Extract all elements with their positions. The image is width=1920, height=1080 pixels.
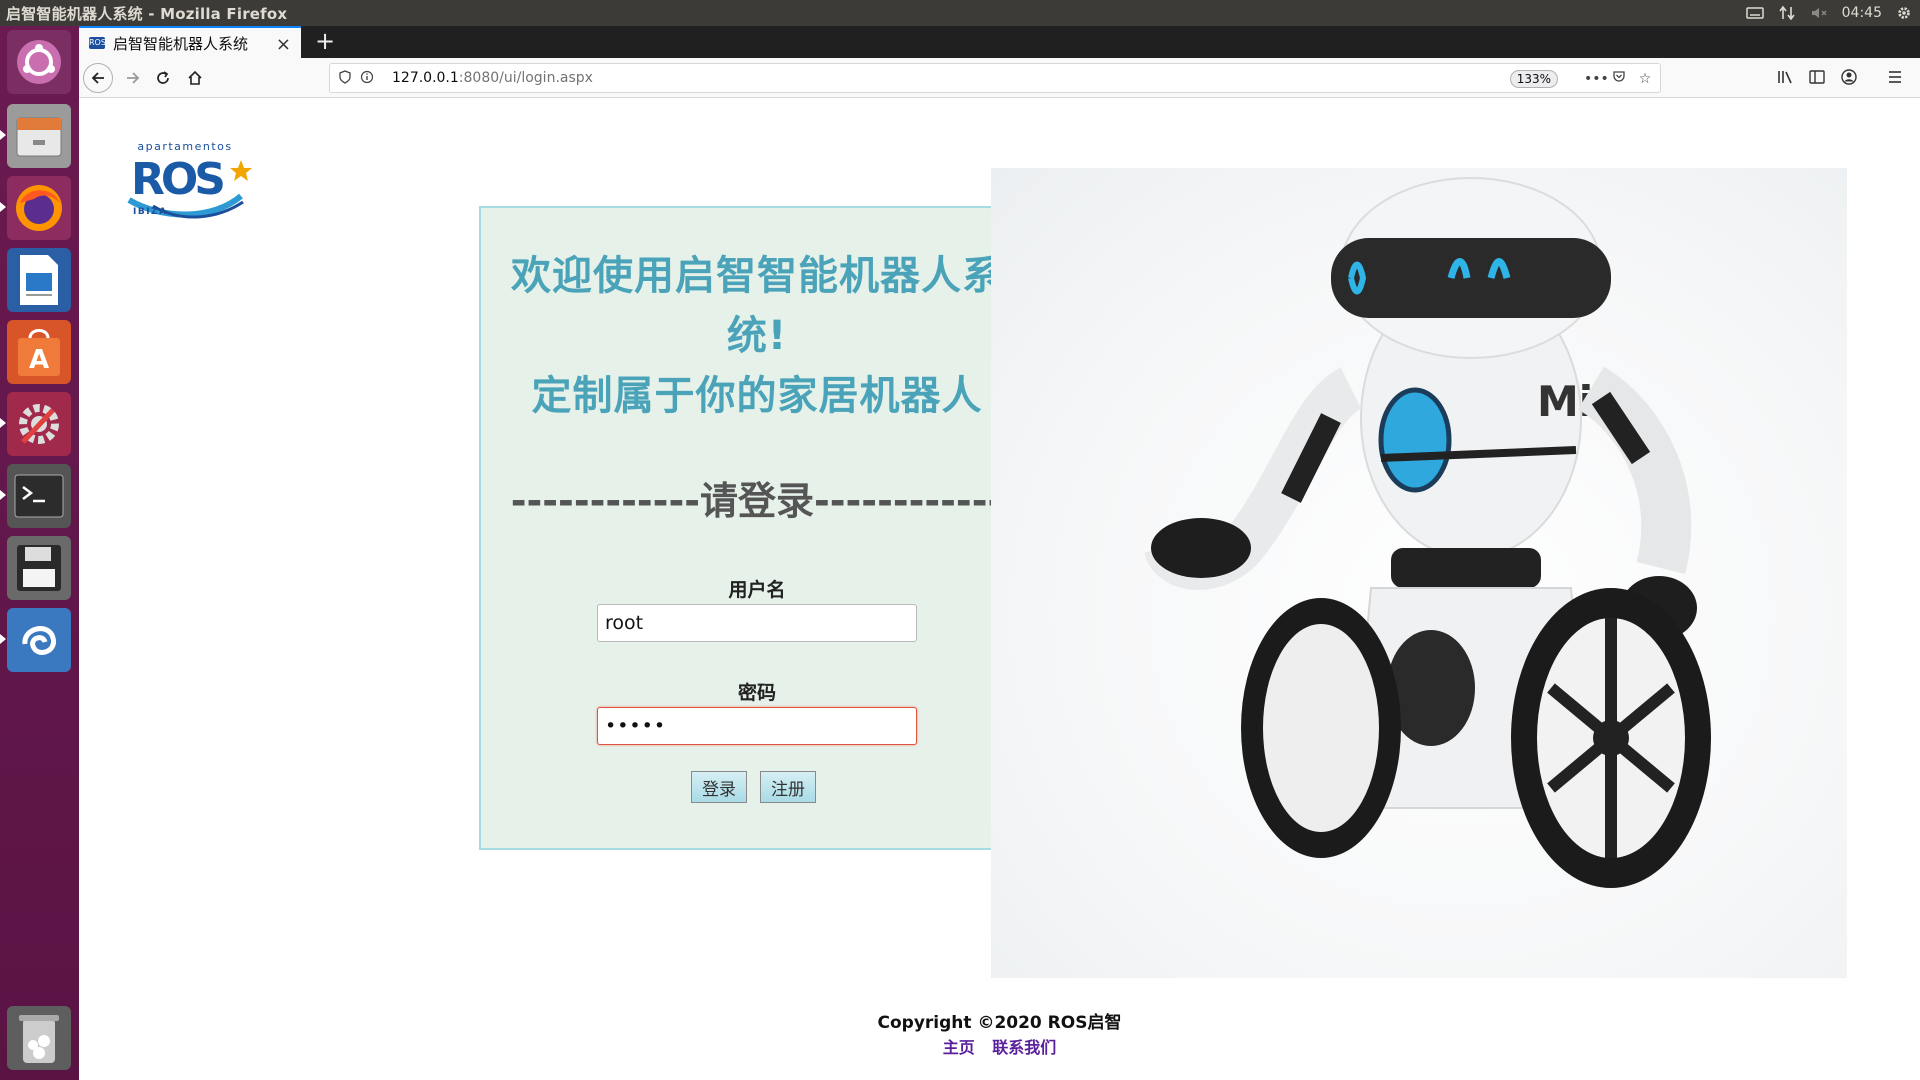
settings-gear-icon[interactable] bbox=[1896, 5, 1912, 21]
network-icon[interactable] bbox=[1778, 6, 1796, 20]
bookmark-star-icon[interactable]: ☆ bbox=[1636, 70, 1654, 88]
reload-icon bbox=[157, 71, 169, 84]
logo-sub-text: IBIZA bbox=[133, 207, 168, 217]
files-icon[interactable] bbox=[7, 104, 71, 168]
software-center-icon[interactable]: A bbox=[7, 320, 71, 384]
footer-links: 主页 联系我们 bbox=[79, 1034, 1920, 1058]
home-button[interactable] bbox=[181, 64, 209, 92]
sidebar-icon[interactable] bbox=[1807, 68, 1827, 88]
window-title: 启智智能机器人系统 - Mozilla Firefox bbox=[6, 4, 288, 23]
reload-button[interactable] bbox=[149, 64, 177, 92]
volume-muted-icon[interactable] bbox=[1810, 6, 1828, 20]
back-arrow-icon bbox=[91, 72, 104, 84]
ros-favicon-icon: ROS bbox=[89, 37, 106, 49]
site-info-icon[interactable] bbox=[358, 70, 376, 88]
mip-robot-image: MiP bbox=[991, 168, 1847, 978]
tab-bar: ROS 启智智能机器人系统 × + bbox=[79, 26, 1920, 58]
clock[interactable]: 04:45 bbox=[1842, 5, 1882, 21]
launcher-running-indicator bbox=[0, 130, 6, 140]
terminal-icon[interactable] bbox=[7, 464, 71, 528]
shield-icon[interactable] bbox=[336, 70, 354, 88]
app-swirl-icon[interactable] bbox=[7, 608, 71, 672]
forward-button[interactable] bbox=[119, 64, 147, 92]
close-tab-icon[interactable]: × bbox=[276, 34, 291, 55]
footer-link-contact[interactable]: 联系我们 bbox=[992, 1038, 1056, 1057]
welcome-line-1: 欢迎使用启智智能机器人系统! bbox=[511, 253, 1003, 359]
ros-logo: apartamentos ROS IBIZA bbox=[127, 140, 252, 219]
new-tab-button[interactable]: + bbox=[311, 28, 339, 56]
account-icon[interactable] bbox=[1839, 68, 1859, 88]
save-disk-icon[interactable] bbox=[7, 536, 71, 600]
firefox-icon[interactable] bbox=[7, 176, 71, 240]
welcome-message: 欢迎使用启智智能机器人系统! 定制属于你的家居机器人 bbox=[481, 246, 1033, 426]
forward-arrow-icon bbox=[127, 72, 140, 84]
keyboard-icon[interactable] bbox=[1745, 6, 1764, 20]
logo-main-text: ROS bbox=[131, 154, 223, 205]
launcher-running-indicator bbox=[0, 634, 6, 644]
launcher-running-indicator bbox=[0, 418, 6, 428]
logo-small-text: apartamentos bbox=[137, 140, 232, 153]
register-button[interactable]: 注册 bbox=[760, 771, 816, 803]
library-icon[interactable] bbox=[1775, 68, 1795, 88]
login-panel: 欢迎使用启智智能机器人系统! 定制属于你的家居机器人 ------------请… bbox=[479, 206, 1035, 850]
password-input[interactable] bbox=[597, 707, 917, 745]
top-panel: 启智智能机器人系统 - Mozilla Firefox 04:45 bbox=[0, 0, 1920, 26]
pocket-icon[interactable] bbox=[1610, 70, 1628, 88]
home-icon bbox=[188, 70, 202, 85]
tab-title: 启智智能机器人系统 bbox=[113, 34, 249, 53]
url-bar[interactable]: 127.0.0.1:8080/ui/login.aspx 133% ••• ☆ bbox=[329, 63, 1661, 93]
back-button[interactable] bbox=[83, 63, 113, 93]
password-label: 密码 bbox=[737, 682, 776, 704]
navigation-bar: 127.0.0.1:8080/ui/login.aspx 133% ••• ☆ bbox=[79, 58, 1920, 98]
system-settings-icon[interactable] bbox=[7, 392, 71, 456]
trash-icon[interactable] bbox=[7, 1006, 71, 1070]
launcher: A bbox=[0, 26, 79, 1080]
web-page: apartamentos ROS IBIZA 欢迎使用启智智能机器人系统! 定制… bbox=[79, 98, 1920, 1080]
system-tray: 04:45 bbox=[1745, 0, 1912, 26]
tab-active[interactable]: ROS 启智智能机器人系统 × bbox=[79, 26, 301, 58]
ubuntu-dash-icon[interactable] bbox=[7, 30, 71, 94]
svg-text:A: A bbox=[29, 345, 49, 375]
copyright-text: Copyright ©2020 ROS启智 bbox=[877, 1013, 1122, 1033]
libreoffice-writer-icon[interactable] bbox=[7, 248, 71, 312]
url-text[interactable]: 127.0.0.1:8080/ui/login.aspx bbox=[392, 70, 593, 86]
username-input[interactable] bbox=[597, 604, 917, 642]
login-heading: ------------请登录------------ bbox=[510, 479, 1004, 523]
welcome-line-2: 定制属于你的家居机器人 bbox=[531, 373, 983, 419]
url-path: :8080/ui/login.aspx bbox=[458, 70, 593, 86]
hamburger-menu-icon[interactable] bbox=[1885, 68, 1905, 88]
login-button[interactable]: 登录 bbox=[691, 771, 747, 803]
page-actions-icon[interactable]: ••• bbox=[1584, 70, 1609, 88]
url-host: 127.0.0.1 bbox=[392, 70, 459, 86]
launcher-running-indicator bbox=[0, 490, 6, 500]
zoom-level-button[interactable]: 133% bbox=[1509, 70, 1558, 88]
footer-link-home[interactable]: 主页 bbox=[943, 1038, 975, 1057]
launcher-running-indicator bbox=[0, 202, 6, 212]
username-label: 用户名 bbox=[728, 579, 786, 601]
